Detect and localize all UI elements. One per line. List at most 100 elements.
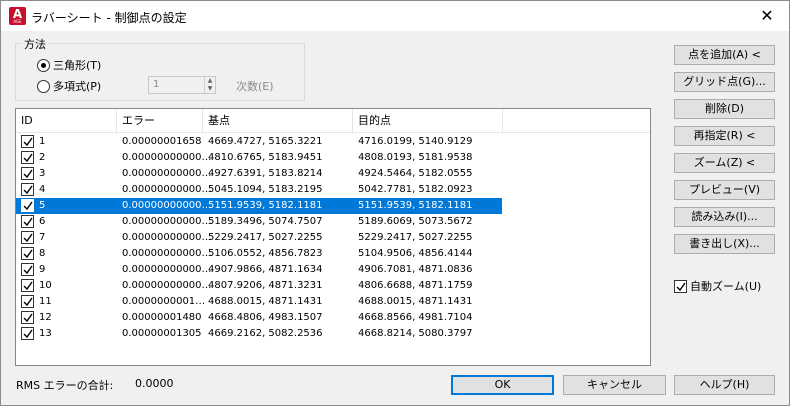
- auto-zoom-label: 自動ズーム(U): [690, 280, 762, 293]
- polynomial-radio-indicator[interactable]: [37, 79, 50, 93]
- title-bar: A AGE ラバーシート - 制御点の設定 ✕: [1, 1, 789, 31]
- table-row[interactable]: 5 0.00000000000… 5151.9539, 5182.1181 5151.…: [16, 198, 502, 214]
- rms-error-label: RMS エラーの合計:: [16, 379, 114, 392]
- preview-button[interactable]: プレビュー(V): [674, 180, 775, 200]
- cell-error: 0.00000000000…: [122, 200, 212, 211]
- list-header: ID エラー 基点 目的点: [16, 109, 650, 133]
- polynomial-radio[interactable]: 多項式(P): [37, 78, 101, 94]
- cell-error: 0.00000000000…: [122, 248, 212, 259]
- cell-id: 12: [39, 312, 52, 323]
- row-enable-checkbox[interactable]: [21, 199, 34, 212]
- cell-target-point: 4808.0193, 5181.9538: [358, 152, 473, 163]
- row-enable-checkbox[interactable]: [21, 263, 34, 276]
- row-enable-checkbox[interactable]: [21, 279, 34, 292]
- table-row[interactable]: 11 0.0000000001… 4688.0015, 4871.1431 4688.…: [16, 294, 502, 310]
- row-enable-checkbox[interactable]: [21, 167, 34, 180]
- help-button[interactable]: ヘルプ(H): [674, 375, 775, 395]
- cell-base-point: 4669.4727, 5165.3221: [208, 136, 323, 147]
- cell-id: 1: [39, 136, 46, 147]
- checkmark-icon: [23, 313, 33, 323]
- rms-error-value: 0.0000: [135, 377, 174, 390]
- cell-base-point: 5045.1094, 5183.2195: [208, 184, 323, 195]
- table-row[interactable]: 8 0.00000000000… 5106.0552, 4856.7823 5104.…: [16, 246, 502, 262]
- close-icon[interactable]: ✕: [745, 1, 789, 31]
- triangular-radio[interactable]: 三角形(T): [37, 57, 101, 73]
- cell-target-point: 4924.5464, 5182.0555: [358, 168, 473, 179]
- add-point-button[interactable]: 点を追加(A) <: [674, 45, 775, 65]
- triangular-radio-label: 三角形(T): [53, 59, 102, 72]
- row-enable-checkbox[interactable]: [21, 327, 34, 340]
- order-spinner[interactable]: 1 ▲ ▼: [148, 76, 216, 94]
- triangular-radio-indicator[interactable]: [37, 58, 50, 72]
- checkmark-icon: [23, 233, 33, 243]
- column-header-id[interactable]: ID: [16, 109, 117, 133]
- cell-error: 0.00000000000…: [122, 232, 212, 243]
- table-row[interactable]: 12 0.00000001480 4668.4806, 4983.1507 4668.…: [16, 310, 502, 326]
- cell-target-point: 4806.6688, 4871.1759: [358, 280, 473, 291]
- row-enable-checkbox[interactable]: [21, 231, 34, 244]
- cell-base-point: 5151.9539, 5182.1181: [208, 200, 323, 211]
- row-enable-checkbox[interactable]: [21, 295, 34, 308]
- cell-error: 0.00000000000…: [122, 152, 212, 163]
- checkmark-icon: [23, 137, 33, 147]
- table-row[interactable]: 10 0.00000000000… 4807.9206, 4871.3231 4806…: [16, 278, 502, 294]
- ok-button[interactable]: OK: [451, 375, 554, 395]
- row-enable-checkbox[interactable]: [21, 151, 34, 164]
- checkmark-icon: [23, 185, 33, 195]
- order-label: 次数(E): [236, 80, 274, 93]
- control-points-list[interactable]: ID エラー 基点 目的点 1 0.00000001658 4669.4727, 5…: [15, 108, 651, 366]
- cell-id: 10: [39, 280, 52, 291]
- cell-id: 13: [39, 328, 52, 339]
- window-title: ラバーシート - 制御点の設定: [31, 11, 187, 25]
- app-icon-sublabel: AGE: [13, 19, 22, 24]
- respecify-button[interactable]: 再指定(R) <: [674, 126, 775, 146]
- cell-base-point: 5106.0552, 4856.7823: [208, 248, 323, 259]
- spinner-arrows-icon[interactable]: ▲ ▼: [204, 77, 215, 93]
- column-header-base-point[interactable]: 基点: [203, 109, 353, 133]
- table-row[interactable]: 1 0.00000001658 4669.4727, 5165.3221 4716.0…: [16, 134, 502, 150]
- export-button[interactable]: 書き出し(X)...: [674, 234, 775, 254]
- table-row[interactable]: 13 0.00000001305 4669.2162, 5082.2536 4668.…: [16, 326, 502, 342]
- cell-error: 0.00000001305: [122, 328, 202, 339]
- checkmark-icon: [23, 297, 33, 307]
- cell-error: 0.00000000000…: [122, 216, 212, 227]
- cell-error: 0.00000000000…: [122, 184, 212, 195]
- checkmark-icon: [23, 249, 33, 259]
- cell-base-point: 4668.4806, 4983.1507: [208, 312, 323, 323]
- row-enable-checkbox[interactable]: [21, 311, 34, 324]
- table-row[interactable]: 2 0.00000000000… 4810.6765, 5183.9451 4808.…: [16, 150, 502, 166]
- cell-target-point: 5104.9506, 4856.4144: [358, 248, 473, 259]
- cell-target-point: 4668.8214, 5080.3797: [358, 328, 473, 339]
- row-enable-checkbox[interactable]: [21, 183, 34, 196]
- cell-target-point: 5229.2417, 5027.2255: [358, 232, 473, 243]
- table-row[interactable]: 3 0.00000000000… 4927.6391, 5183.8214 4924.…: [16, 166, 502, 182]
- checkmark-icon: [23, 329, 33, 339]
- cell-target-point: 5042.7781, 5182.0923: [358, 184, 473, 195]
- checkmark-icon: [23, 169, 33, 179]
- cell-target-point: 4716.0199, 5140.9129: [358, 136, 473, 147]
- checkmark-icon: [676, 282, 686, 291]
- cell-base-point: 4807.9206, 4871.3231: [208, 280, 323, 291]
- auto-zoom-checkbox[interactable]: 自動ズーム(U): [674, 278, 761, 294]
- cell-id: 4: [39, 184, 46, 195]
- column-header-target-point[interactable]: 目的点: [353, 109, 503, 133]
- row-enable-checkbox[interactable]: [21, 247, 34, 260]
- table-row[interactable]: 9 0.00000000000… 4907.9866, 4871.1634 4906.…: [16, 262, 502, 278]
- import-button[interactable]: 読み込み(I)...: [674, 207, 775, 227]
- table-row[interactable]: 7 0.00000000000… 5229.2417, 5027.2255 5229.…: [16, 230, 502, 246]
- row-enable-checkbox[interactable]: [21, 135, 34, 148]
- zoom-button[interactable]: ズーム(Z) <: [674, 153, 775, 173]
- cell-target-point: 4668.8566, 4981.7104: [358, 312, 473, 323]
- polynomial-radio-label: 多項式(P): [53, 80, 102, 93]
- grid-points-button[interactable]: グリッド点(G)...: [674, 72, 775, 92]
- row-enable-checkbox[interactable]: [21, 215, 34, 228]
- delete-button[interactable]: 削除(D): [674, 99, 775, 119]
- cell-base-point: 5229.2417, 5027.2255: [208, 232, 323, 243]
- cancel-button[interactable]: キャンセル: [563, 375, 666, 395]
- cell-target-point: 5189.6069, 5073.5672: [358, 216, 473, 227]
- table-row[interactable]: 6 0.00000000000… 5189.3496, 5074.7507 5189.…: [16, 214, 502, 230]
- table-row[interactable]: 4 0.00000000000… 5045.1094, 5183.2195 5042.…: [16, 182, 502, 198]
- auto-zoom-check-indicator[interactable]: [674, 279, 687, 293]
- column-header-error[interactable]: エラー: [117, 109, 203, 133]
- cell-base-point: 4907.9866, 4871.1634: [208, 264, 323, 275]
